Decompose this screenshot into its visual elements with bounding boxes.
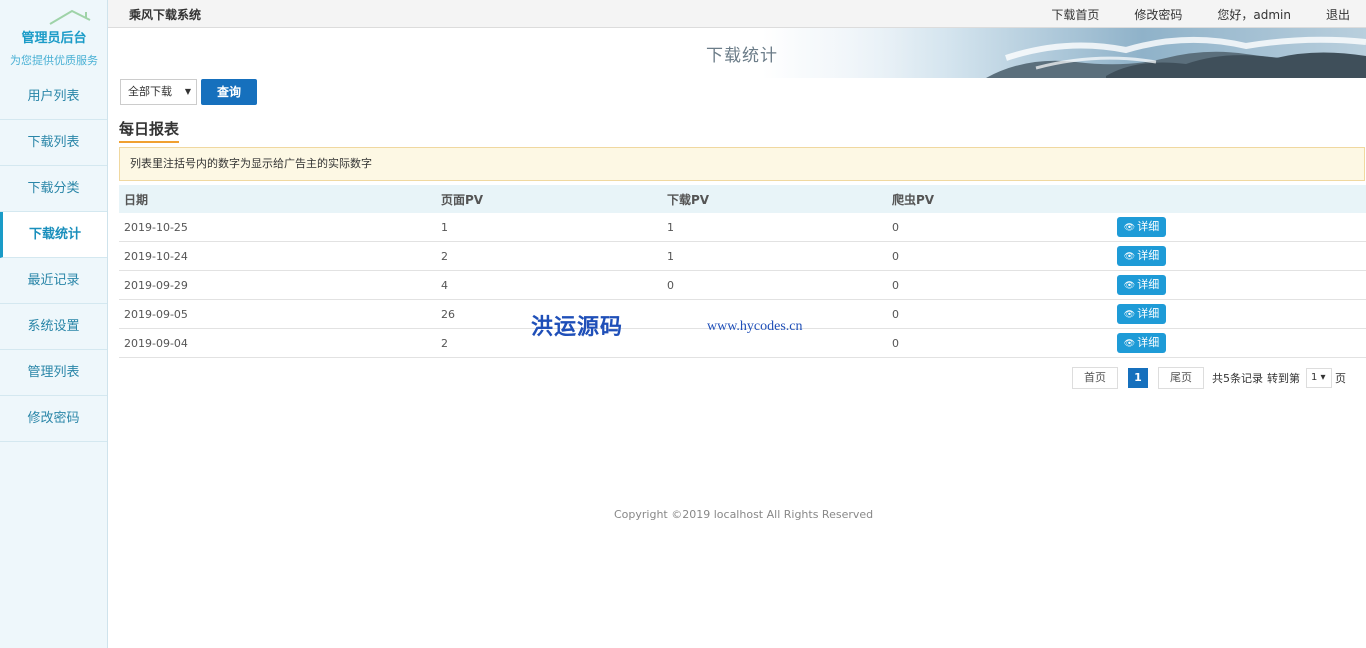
cell-crawler-pv: 0: [892, 220, 899, 234]
section-title: 每日报表: [119, 118, 180, 143]
detail-button[interactable]: 👁 详细: [1117, 275, 1166, 295]
current-page[interactable]: 1: [1128, 368, 1148, 388]
query-button[interactable]: 查询: [201, 79, 257, 105]
sidebar-item-users[interactable]: 用户列表: [0, 74, 107, 120]
page-title: 下载统计: [706, 46, 778, 66]
cell-date: 2019-10-24: [124, 249, 188, 263]
cell-crawler-pv: 0: [892, 249, 899, 263]
filter-bar: 全部下载 ▼ 查询: [120, 79, 257, 105]
table-row: 2019-10-24 2 1 0 👁 详细: [119, 242, 1366, 271]
top-links: 下载首页 修改密码 您好，admin 退出: [1016, 6, 1350, 23]
column-date: 日期: [124, 192, 149, 207]
detail-button[interactable]: 👁 详细: [1117, 304, 1166, 324]
eye-icon: 👁: [1123, 223, 1136, 233]
house-roof-icon: [49, 9, 91, 25]
detail-label: 详细: [1137, 220, 1160, 233]
cell-date: 2019-09-04: [124, 336, 188, 350]
cell-crawler-pv: 0: [892, 278, 899, 292]
footer-copyright: Copyright ©2019 localhost All Rights Res…: [614, 508, 874, 521]
goto-label: 转到第: [1267, 372, 1300, 385]
select-value: 全部下载: [128, 85, 172, 98]
column-page-pv: 页面PV: [441, 192, 484, 207]
sidebar-item-settings[interactable]: 系统设置: [0, 304, 107, 350]
top-bar: 乘风下载系统 下载首页 修改密码 您好，admin 退出: [108, 0, 1366, 28]
table-row: 2019-09-29 4 0 0 👁 详细: [119, 271, 1366, 300]
cell-crawler-pv: 0: [892, 336, 899, 350]
system-name: 乘风下载系统: [129, 8, 202, 22]
brand: 管理员后台 为您提供优质服务: [0, 0, 107, 74]
header-banner: 下载统计: [108, 28, 1366, 78]
brand-subtitle: 为您提供优质服务: [10, 54, 98, 67]
table-row: 2019-10-25 1 1 0 👁 详细: [119, 213, 1366, 242]
column-crawler-pv: 爬虫PV: [892, 192, 935, 207]
watermark-url: www.hycodes.cn: [707, 319, 803, 334]
total-records: 共5条记录: [1212, 372, 1263, 385]
detail-button[interactable]: 👁 详细: [1117, 246, 1166, 266]
cell-download-pv: 0: [667, 278, 674, 292]
cell-download-pv: 1: [667, 249, 674, 263]
detail-label: 详细: [1137, 249, 1160, 262]
detail-button[interactable]: 👁 详细: [1117, 217, 1166, 237]
cell-crawler-pv: 0: [892, 307, 899, 321]
cell-date: 2019-10-25: [124, 220, 188, 234]
sidebar-item-admins[interactable]: 管理列表: [0, 350, 107, 396]
table-header: 日期 页面PV 下载PV 爬虫PV: [119, 185, 1366, 213]
cell-date: 2019-09-05: [124, 307, 188, 321]
sidebar: 管理员后台 为您提供优质服务 用户列表 下载列表 下载分类 下载统计 最近记录 …: [0, 0, 108, 648]
eye-icon: 👁: [1123, 281, 1136, 291]
watermark-text: 洪运源码: [531, 314, 624, 340]
detail-button[interactable]: 👁 详细: [1117, 333, 1166, 353]
download-home-link[interactable]: 下载首页: [1051, 6, 1099, 23]
logout-link[interactable]: 退出: [1326, 6, 1350, 23]
cell-date: 2019-09-29: [124, 278, 188, 292]
page-select-value: 1: [1311, 372, 1318, 383]
detail-label: 详细: [1137, 307, 1160, 320]
cell-page-pv: 1: [441, 220, 448, 234]
sidebar-item-password[interactable]: 修改密码: [0, 396, 107, 442]
sidebar-item-downloads[interactable]: 下载列表: [0, 120, 107, 166]
pagination: 首页 1 尾页 共5条记录 转到第 1 ▾ 页: [1072, 367, 1346, 389]
user-greeting: 您好，admin: [1217, 8, 1291, 22]
eye-icon: 👁: [1123, 339, 1136, 349]
detail-label: 详细: [1137, 336, 1160, 349]
eye-icon: 👁: [1123, 310, 1136, 320]
ocean-waves-image: [806, 28, 1366, 78]
sidebar-item-categories[interactable]: 下载分类: [0, 166, 107, 212]
detail-label: 详细: [1137, 278, 1160, 291]
brand-title: 管理员后台: [21, 31, 87, 46]
column-download-pv: 下载PV: [667, 192, 710, 207]
last-page-button[interactable]: 尾页: [1158, 367, 1204, 389]
eye-icon: 👁: [1123, 252, 1136, 262]
sidebar-item-recent[interactable]: 最近记录: [0, 258, 107, 304]
change-password-link[interactable]: 修改密码: [1134, 6, 1182, 23]
cell-download-pv: 1: [667, 220, 674, 234]
download-type-select[interactable]: 全部下载 ▼: [120, 79, 197, 105]
first-page-button[interactable]: 首页: [1072, 367, 1118, 389]
sidebar-item-stats[interactable]: 下载统计: [0, 212, 107, 258]
page-unit-label: 页: [1335, 372, 1346, 385]
cell-page-pv: 4: [441, 278, 448, 292]
cell-page-pv: 2: [441, 249, 448, 263]
chevron-down-icon: ▼: [184, 87, 191, 96]
page-select[interactable]: 1 ▾: [1306, 368, 1332, 388]
notice-bar: 列表里注括号内的数字为显示给广告主的实际数字: [119, 147, 1365, 181]
